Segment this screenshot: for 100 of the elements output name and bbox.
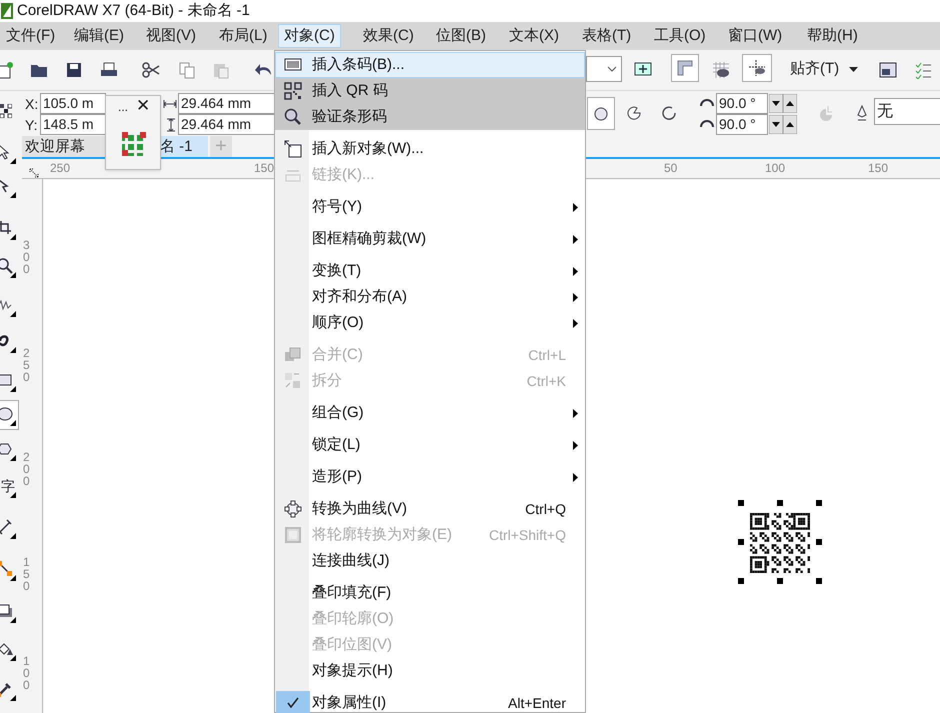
- ellipse-tool-button[interactable]: [0, 400, 19, 430]
- grid-view-icon[interactable]: [712, 61, 730, 79]
- menu-bar-item[interactable]: 帮助(H): [801, 24, 864, 48]
- menu-item[interactable]: 变换(T): [275, 258, 585, 284]
- field-label: X:: [25, 95, 38, 114]
- menu-bar-item[interactable]: 文件(F): [0, 24, 62, 48]
- polygon-icon[interactable]: [0, 441, 13, 457]
- menu-item[interactable]: 连接曲线(J): [275, 548, 585, 574]
- submenu-arrow-icon: [573, 266, 578, 276]
- width-icon: [163, 99, 177, 109]
- menu-item[interactable]: 顺序(O): [275, 310, 585, 336]
- eyedropper-icon[interactable]: [0, 681, 13, 697]
- arc-icon[interactable]: [662, 106, 676, 120]
- start-angle-field[interactable]: 90.0 °: [716, 93, 768, 114]
- ruler-label: 150: [868, 160, 888, 177]
- menu-item[interactable]: 锁定(L): [275, 432, 585, 458]
- copy-icon[interactable]: [178, 61, 196, 79]
- ruler-label: 100: [765, 160, 786, 177]
- window-title: CorelDRAW X7 (64-Bit) - 未命名 -1: [17, 0, 250, 21]
- menu-bar-item[interactable]: 文本(X): [503, 24, 565, 48]
- menu-item[interactable]: 验证条形码: [275, 104, 585, 130]
- pie-icon[interactable]: [627, 106, 641, 120]
- zoom-icon[interactable]: [0, 258, 13, 274]
- ruler-label: 250: [50, 160, 70, 177]
- chevron-down-icon: [607, 66, 617, 72]
- width-field[interactable]: 29.464 mm: [178, 93, 275, 114]
- menu-item[interactable]: 对象提示(H): [275, 658, 585, 684]
- ruler-origin-icon[interactable]: [29, 168, 39, 178]
- flyout-triangle-icon: [10, 420, 16, 426]
- end-angle-field[interactable]: 90.0 °: [716, 114, 768, 135]
- ruler-label: 150: [23, 556, 31, 592]
- printer-icon[interactable]: [100, 61, 118, 79]
- submenu-arrow-icon: [573, 202, 578, 212]
- menu-bar-item[interactable]: 视图(V): [140, 24, 202, 48]
- menu-item[interactable]: 转换为曲线(V) Ctrl+Q: [275, 496, 585, 522]
- ruler-icon: [677, 60, 693, 76]
- ruler-label: 200: [23, 451, 31, 487]
- y-position-field[interactable]: 148.5 m: [40, 114, 106, 135]
- submenu-arrow-icon: [573, 292, 578, 302]
- spin-up-icon[interactable]: [783, 94, 797, 113]
- menu-item[interactable]: 图框精确剪裁(W): [275, 226, 585, 252]
- spin-down-icon[interactable]: [769, 94, 783, 113]
- rulers-toggle-button[interactable]: [671, 54, 699, 82]
- menu-bar-item[interactable]: 布局(L): [213, 24, 274, 48]
- flyout-triangle-icon: [10, 158, 16, 164]
- position-anchor-icon[interactable]: [0, 104, 12, 118]
- menu-item[interactable]: 对齐和分布(A): [275, 284, 585, 310]
- menu-item[interactable]: 组合(G): [275, 400, 585, 426]
- more-options-button[interactable]: ...: [118, 98, 128, 116]
- ellipse-mode-button[interactable]: [587, 97, 615, 130]
- spin-up-icon[interactable]: [783, 115, 797, 134]
- submenu-arrow-icon: [573, 234, 578, 244]
- crop-icon[interactable]: [0, 220, 13, 236]
- submenu-arrow-icon: [573, 440, 578, 450]
- close-button[interactable]: ✕: [136, 96, 150, 116]
- window-icon[interactable]: [879, 61, 897, 79]
- ruler-label: 100: [23, 655, 31, 691]
- text-tool[interactable]: 字: [1, 478, 15, 494]
- dimension-icon[interactable]: [0, 519, 13, 535]
- combine-icon: [284, 346, 302, 364]
- field-label: Y:: [25, 116, 38, 135]
- x-position-field[interactable]: 105.0 m: [40, 93, 106, 114]
- menu-item[interactable]: 插入新对象(W)...: [275, 136, 585, 162]
- flyout-triangle-icon: [10, 533, 16, 539]
- outline-width-field[interactable]: 无: [874, 98, 940, 125]
- flyout-triangle-icon: [10, 617, 16, 623]
- menu-item[interactable]: 符号(Y): [275, 194, 585, 220]
- menu-bar-item[interactable]: 表格(T): [576, 24, 638, 48]
- flyout-triangle-icon: [10, 386, 16, 392]
- flyout-triangle-icon: [10, 311, 16, 317]
- menu-bar-item[interactable]: 窗口(W): [722, 24, 788, 48]
- flyout-triangle-icon: [10, 347, 16, 353]
- new-document-icon[interactable]: [0, 61, 14, 79]
- menu-item[interactable]: 对象属性(I) Alt+Enter: [275, 690, 585, 713]
- connector-icon[interactable]: [0, 561, 13, 577]
- menu-bar-item[interactable]: 位图(B): [430, 24, 492, 48]
- guideline-eye-icon: [749, 60, 765, 76]
- document-tab[interactable]: 欢迎屏幕: [22, 136, 106, 157]
- guidelines-toggle-button[interactable]: [742, 54, 772, 82]
- snap-dropdown[interactable]: 贴齐(T): [788, 57, 860, 81]
- menu-item[interactable]: 插入条码(B)...: [275, 52, 585, 78]
- checklist-icon[interactable]: [914, 61, 932, 79]
- save-icon[interactable]: [65, 61, 83, 79]
- drop-shadow-icon[interactable]: [0, 603, 13, 619]
- height-field[interactable]: 29.464 mm: [178, 114, 275, 135]
- flyout-triangle-icon: [10, 655, 16, 661]
- scissors-icon[interactable]: [142, 61, 160, 79]
- menu-item[interactable]: 造形(P): [275, 464, 585, 490]
- menu-bar-item[interactable]: 编辑(E): [68, 24, 130, 48]
- menu-item[interactable]: 叠印填充(F): [275, 580, 585, 606]
- zoom-dropdown[interactable]: [586, 56, 622, 82]
- spin-down-icon[interactable]: [769, 115, 783, 134]
- magnifier-icon: [284, 108, 302, 126]
- fill-icon[interactable]: [0, 641, 13, 657]
- freehand-icon[interactable]: [0, 297, 13, 313]
- menu-bar-item[interactable]: 工具(O): [648, 24, 712, 48]
- menu-bar-item[interactable]: 对象(C): [278, 24, 341, 48]
- ruler-label: 50: [664, 160, 678, 177]
- menu-bar-item[interactable]: 效果(C): [357, 24, 420, 48]
- menu-item[interactable]: 插入 QR 码: [275, 78, 585, 104]
